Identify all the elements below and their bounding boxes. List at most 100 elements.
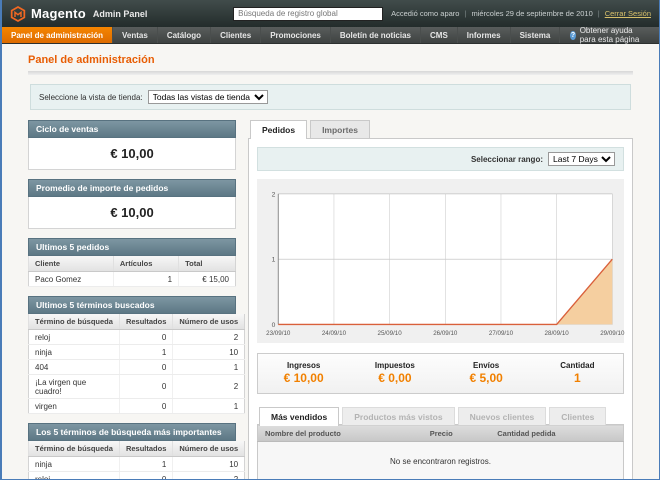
nav-item[interactable]: CMS	[421, 27, 458, 43]
table-row[interactable]: reloj 0 2	[29, 472, 245, 480]
cell-results: 1	[119, 457, 172, 472]
column-header: Número de usos	[173, 314, 245, 330]
left-column: Ciclo de ventas € 10,00 Promedio de impo…	[28, 120, 236, 480]
cell-uses: 2	[173, 330, 245, 345]
range-bar: Seleccionar rango: Last 7 Days	[257, 147, 624, 171]
cell-term: ¡La virgen que cuadro!	[29, 375, 120, 399]
logo-text: Magento	[31, 6, 86, 21]
nav-items: Panel de administración Ventas Catálogo …	[2, 27, 560, 43]
nav-item[interactable]: Clientes	[211, 27, 261, 43]
cell-uses: 1	[173, 399, 245, 414]
cell-uses: 1	[173, 360, 245, 375]
column-header: Cantidad pedida	[490, 425, 623, 442]
cell-term: 404	[29, 360, 120, 375]
nav-item[interactable]: Promociones	[261, 27, 331, 43]
stat-label: Impuestos	[349, 361, 440, 370]
table-header-row: ClienteArtículosTotal	[29, 256, 236, 272]
store-view-bar: Seleccione la vista de tienda: Todas las…	[30, 84, 631, 110]
column-header: Resultados	[119, 441, 172, 457]
table-row[interactable]: ninja 1 10	[29, 345, 245, 360]
total-stat: Impuestos € 0,00	[349, 361, 440, 385]
report-tab[interactable]: Productos más vistos	[342, 407, 454, 425]
nav-item[interactable]: Boletín de noticias	[331, 27, 421, 43]
column-header: Término de búsqueda	[29, 441, 120, 457]
help-link[interactable]: ? Obtener ayuda para esta página	[560, 27, 659, 43]
bestsellers-table: Nombre del productoPrecioCantidad pedida…	[257, 424, 624, 480]
logout-link[interactable]: Cerrar Sesión	[605, 9, 651, 18]
nav-item[interactable]: Catálogo	[158, 27, 211, 43]
nav-item[interactable]: Ventas	[113, 27, 158, 43]
report-tab[interactable]: Clientes	[549, 407, 606, 425]
logo-subtext: Admin Panel	[93, 9, 148, 19]
nav-item[interactable]: Panel de administración	[2, 27, 113, 43]
page-title: Panel de administración	[28, 54, 633, 66]
help-globe-icon: ?	[570, 31, 575, 40]
dashboard-content: Panel de administración Seleccione la vi…	[2, 44, 659, 480]
report-tab[interactable]: Más vendidos	[259, 407, 339, 426]
range-select[interactable]: Last 7 Days	[548, 152, 615, 166]
svg-text:24/09/10: 24/09/10	[322, 330, 347, 337]
logged-in-as-text: Accedió como aparo	[391, 9, 459, 18]
cell-uses: 10	[173, 457, 245, 472]
separator: |	[598, 9, 600, 18]
stat-label: Ingresos	[258, 361, 349, 370]
top-search-table: Término de búsquedaResultadosNúmero de u…	[28, 441, 245, 480]
stat-label: Cantidad	[532, 361, 623, 370]
magento-logo: Magento Admin Panel	[10, 6, 147, 22]
current-date-text: miércoles 29 de septiembre de 2010	[471, 9, 592, 18]
cell-uses: 2	[173, 472, 245, 480]
cell-term: reloj	[29, 330, 120, 345]
nav-item[interactable]: Informes	[458, 27, 511, 43]
store-view-select[interactable]: Todas las vistas de tienda	[148, 90, 268, 104]
cell-customer: Paco Gomez	[29, 272, 114, 287]
cell-results: 1	[119, 345, 172, 360]
average-orders-value: € 10,00	[28, 197, 236, 229]
column-header: Número de usos	[173, 441, 245, 457]
table-row[interactable]: ninja 1 10	[29, 457, 245, 472]
cell-results: 0	[119, 375, 172, 399]
average-orders-box: Promedio de importe de pedidos € 10,00	[28, 179, 236, 229]
help-label: Obtener ayuda para esta página	[580, 26, 649, 44]
cell-results: 0	[119, 472, 172, 480]
orders-tab[interactable]: Importes	[310, 120, 370, 138]
nav-item[interactable]: Sistema	[511, 27, 561, 43]
empty-row: No se encontraron registros.	[258, 442, 624, 480]
column-header: Precio	[423, 425, 491, 442]
table-row[interactable]: Paco Gomez 1 € 15,00	[29, 272, 236, 287]
user-info: Accedió como aparo | miércoles 29 de sep…	[391, 9, 651, 18]
table-row[interactable]: 404 0 1	[29, 360, 245, 375]
svg-text:29/09/10: 29/09/10	[600, 330, 625, 337]
svg-text:25/09/10: 25/09/10	[378, 330, 403, 337]
magento-logo-icon	[10, 6, 26, 22]
cell-uses: 10	[173, 345, 245, 360]
report-tab[interactable]: Nuevos clientes	[458, 407, 547, 425]
table-row[interactable]: reloj 0 2	[29, 330, 245, 345]
lifetime-sales-value: € 10,00	[28, 138, 236, 170]
stat-value: 1	[532, 371, 623, 385]
top-search-terms-box: Los 5 términos de búsqueda más important…	[28, 423, 236, 480]
orders-chart-svg: 01223/09/1024/09/1025/09/1026/09/1027/09…	[261, 185, 620, 341]
orders-panel: Seleccionar rango: Last 7 Days 01223/09/…	[248, 138, 633, 480]
table-row[interactable]: ¡La virgen que cuadro! 0 2	[29, 375, 245, 399]
last-search-terms-box: Ultimos 5 términos buscados Término de b…	[28, 296, 236, 414]
stat-value: € 5,00	[441, 371, 532, 385]
title-divider	[28, 71, 633, 75]
table-header-row: Término de búsquedaResultadosNúmero de u…	[29, 441, 245, 457]
cell-results: 0	[119, 330, 172, 345]
global-search-input[interactable]	[233, 7, 383, 21]
last-orders-table: ClienteArtículosTotal Paco Gomez 1 € 15,…	[28, 256, 236, 287]
cell-term: ninja	[29, 345, 120, 360]
table-row[interactable]: virgen 0 1	[29, 399, 245, 414]
cell-term: reloj	[29, 472, 120, 480]
column-header: Nombre del producto	[258, 425, 423, 442]
cell-uses: 2	[173, 375, 245, 399]
box-title: Los 5 términos de búsqueda más important…	[28, 423, 236, 441]
svg-text:0: 0	[272, 322, 276, 329]
orders-tab[interactable]: Pedidos	[250, 120, 307, 139]
total-stat: Ingresos € 10,00	[258, 361, 349, 385]
main-nav: Panel de administración Ventas Catálogo …	[2, 27, 659, 44]
box-title: Ultimos 5 términos buscados	[28, 296, 236, 314]
last-orders-box: Ultimos 5 pedidos ClienteArtículosTotal …	[28, 238, 236, 287]
right-column: Pedidos Importes Seleccionar rango: Last…	[248, 120, 633, 480]
top-header: Magento Admin Panel Accedió como aparo |…	[2, 0, 659, 27]
